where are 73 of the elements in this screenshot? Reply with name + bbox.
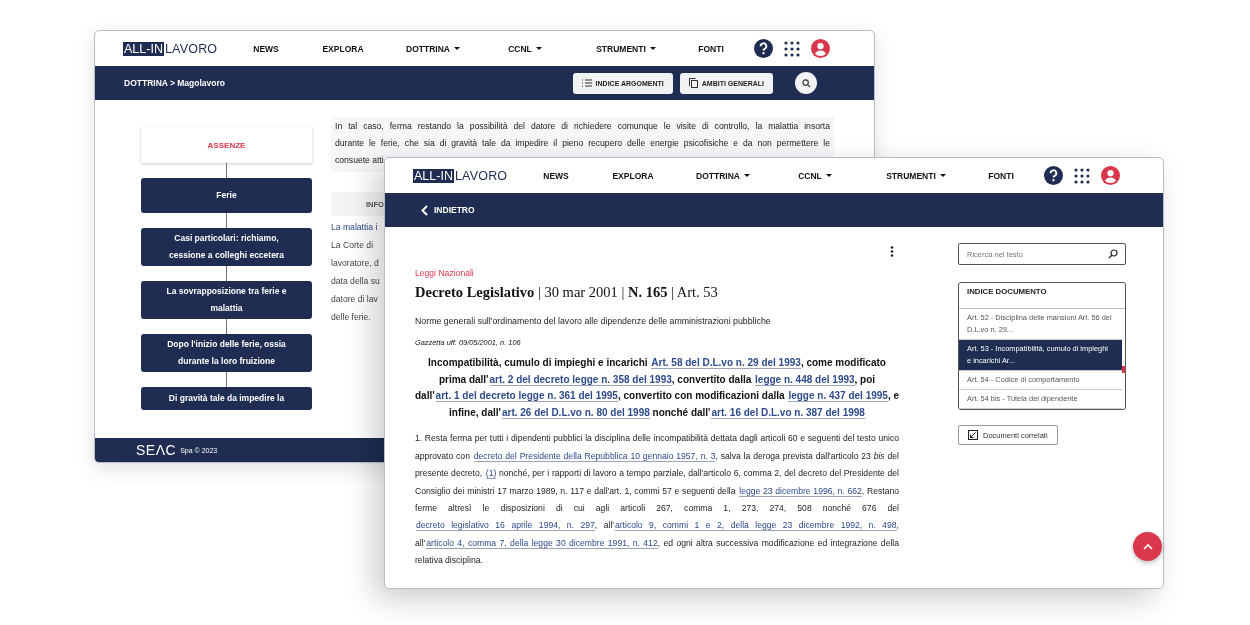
article-paragraph: 1. Resta ferma per tutti i dipendenti pubblici la disciplina delle incompatibilità dettata dagli articoli 60 e seguenti del testo unico approvato con decreto del Presidente della Repubblica 10 gennaio 1957, n. 3, salva la deroga prevista dall'articolo 23 bis del presente decreto, (1) nonché, per i rapporti di lavoro a tempo parziale, dall'articolo 6, comma 2, del decreto del Presidente del Consiglio dei ministri 17 marzo 1989, n. 117 e dall'art. 1, commi 57 e seguenti della legge 23 dicembre 1996, n. 662. Restano ferme altresì le disposizioni di cui agli articoli 267, comma 1, 273, 274, 508 nonché 676 del decreto legislativo 16 aprile 1994, n. 297, all'articolo 9, commi 1 e 2, della legge 23 dicembre 1992, n. 498, all'articolo 4, comma 7, della legge 30 dicembre 1991, n. 412, ed ogni altra successiva modificazione ed integrazione della relativa disciplina.: [415, 432, 899, 568]
back-link[interactable]: INDIETRO: [421, 204, 475, 216]
apps-grid-icon[interactable]: [1074, 167, 1090, 184]
body-text: lavoratore, d: [331, 257, 379, 270]
list-icon: [581, 79, 592, 87]
logo-text: LAVORO: [454, 168, 508, 183]
flowchart-node[interactable]: Dopo l'inizio delle ferie, ossia durante la loro fruizione: [141, 334, 312, 372]
search-button[interactable]: [795, 72, 817, 94]
law-link[interactable]: (1): [485, 468, 497, 480]
caret-icon: [535, 47, 542, 50]
caret-icon: [743, 174, 750, 177]
text-link[interactable]: La malattia i: [331, 218, 378, 236]
body-text: datore di lav: [331, 293, 378, 306]
scrollbar-thumb[interactable]: [1122, 366, 1125, 373]
nav-link[interactable]: FONTI: [982, 170, 1020, 181]
document-title: Decreto Legislativo | 30 mar 2001 | N. 165 | Art. 53: [415, 284, 719, 301]
law-link[interactable]: art. 16 del D.L.vo n. 387 del 1998: [711, 406, 865, 419]
note-text: durante le ferie, che sia di gravità tale da impedire il pieno recupero delle energie psicofisiche e da non permettere le: [335, 137, 830, 150]
law-link[interactable]: legge n. 437 del 1995: [788, 390, 888, 403]
logo-text: LAVORO: [164, 41, 218, 56]
search-icon: [801, 78, 811, 88]
note-text: In tal caso, ferma restando la possibilità del datore di richiedere comunque le visite di controllo, la malattia insorta: [335, 120, 830, 133]
caret-icon: [825, 174, 832, 177]
logo-boxed-text: ALL-IN: [123, 41, 164, 56]
caret-icon: [649, 47, 656, 50]
law-link[interactable]: articolo 4, comma 7, della legge 30 dicembre 1991, n. 412: [426, 537, 658, 549]
flowchart-node[interactable]: La sovrapposizione tra ferie e malattia: [141, 281, 312, 319]
flowchart-node[interactable]: Di gravità tale da impedire la: [141, 387, 312, 410]
law-link[interactable]: legge 23 dicembre 1996, n. 662: [739, 485, 862, 497]
chevron-up-icon: [1142, 543, 1153, 550]
footer-logo: SEΛC: [136, 442, 177, 458]
law-link[interactable]: decreto legislativo 16 aprile 1994, n. 297: [416, 520, 595, 532]
law-link[interactable]: legge n. 448 del 1993: [755, 373, 855, 386]
law-link[interactable]: art. 26 del D.L.vo n. 80 del 1998: [501, 406, 650, 419]
nav-link[interactable]: CCNL: [490, 43, 560, 54]
law-link[interactable]: Art. 58 del D.L.vo n. 29 del 1993: [651, 357, 801, 369]
body-text: data della su: [331, 275, 380, 288]
search-icon: [1108, 249, 1118, 259]
law-link[interactable]: art. 2 del decreto legge n. 358 del 1993: [489, 373, 672, 386]
external-link-icon: [968, 430, 978, 440]
breadcrumb: DOTTRINA > Magolavoro: [124, 78, 225, 88]
help-icon[interactable]: [754, 39, 773, 58]
more-options-icon[interactable]: [890, 246, 894, 257]
law-link[interactable]: articolo 9, commi 1 e 2, della legge 23 dicembre 1992, n. 498: [614, 520, 897, 532]
law-link[interactable]: art. 1 del decreto legge n. 361 del 1995: [435, 390, 618, 403]
nav-link[interactable]: NEWS: [512, 170, 600, 181]
nav-link[interactable]: CCNL: [780, 170, 850, 181]
nav-link[interactable]: DOTTRINA: [376, 43, 490, 54]
category-label: Leggi Nazionali: [415, 268, 475, 278]
flowchart-node[interactable]: Ferie: [141, 178, 312, 213]
account-icon[interactable]: [811, 39, 830, 58]
chevron-left-icon: [421, 204, 428, 216]
note-text: consuete atti: [335, 154, 385, 167]
body-text: La Corte di: [331, 239, 374, 252]
caret-icon: [453, 47, 460, 50]
account-icon[interactable]: [1101, 166, 1120, 185]
nav-link[interactable]: STRUMENTI: [560, 43, 692, 54]
apps-grid-icon[interactable]: [784, 40, 800, 57]
article-heading: Incompatibilità, cumulo di impieghi e incarichi Art. 58 del D.L.vo n. 29 del 1993, come modificato prima dall'art. 2 del decreto legge n. 358 del 1993, convertito dalla legge n. 448 del 1993, poi dall'art. 1 del decreto legge n. 361 del 1995, convertito con modificazioni dalla legge n. 437 del 1995, e infine, dall'art. 26 del D.L.vo n. 80 del 1998 nonché dall'art. 16 del D.L.vo n. 387 del 1998: [415, 356, 899, 421]
body-text: delle ferie.: [331, 311, 371, 324]
nav-link[interactable]: EXPLORA: [600, 170, 666, 181]
flowchart-node[interactable]: Casi particolari: richiamo, cessione a colleghi eccetera: [141, 228, 312, 266]
help-icon[interactable]: [1044, 166, 1063, 185]
nav-link[interactable]: NEWS: [222, 43, 310, 54]
logo-boxed-text: ALL-IN: [413, 168, 454, 183]
document-subtitle: Norme generali sull'ordinamento del lavoro alle dipendenze delle amministrazioni pubbliche: [415, 316, 772, 326]
nav-link[interactable]: STRUMENTI: [850, 170, 982, 181]
flowchart-root-node[interactable]: ASSENZE: [141, 127, 312, 163]
nav-link[interactable]: EXPLORA: [310, 43, 376, 54]
nav-link[interactable]: DOTTRINA: [666, 170, 780, 181]
nav-link[interactable]: FONTI: [692, 43, 730, 54]
caret-icon: [939, 174, 946, 177]
copy-icon: [688, 78, 698, 88]
